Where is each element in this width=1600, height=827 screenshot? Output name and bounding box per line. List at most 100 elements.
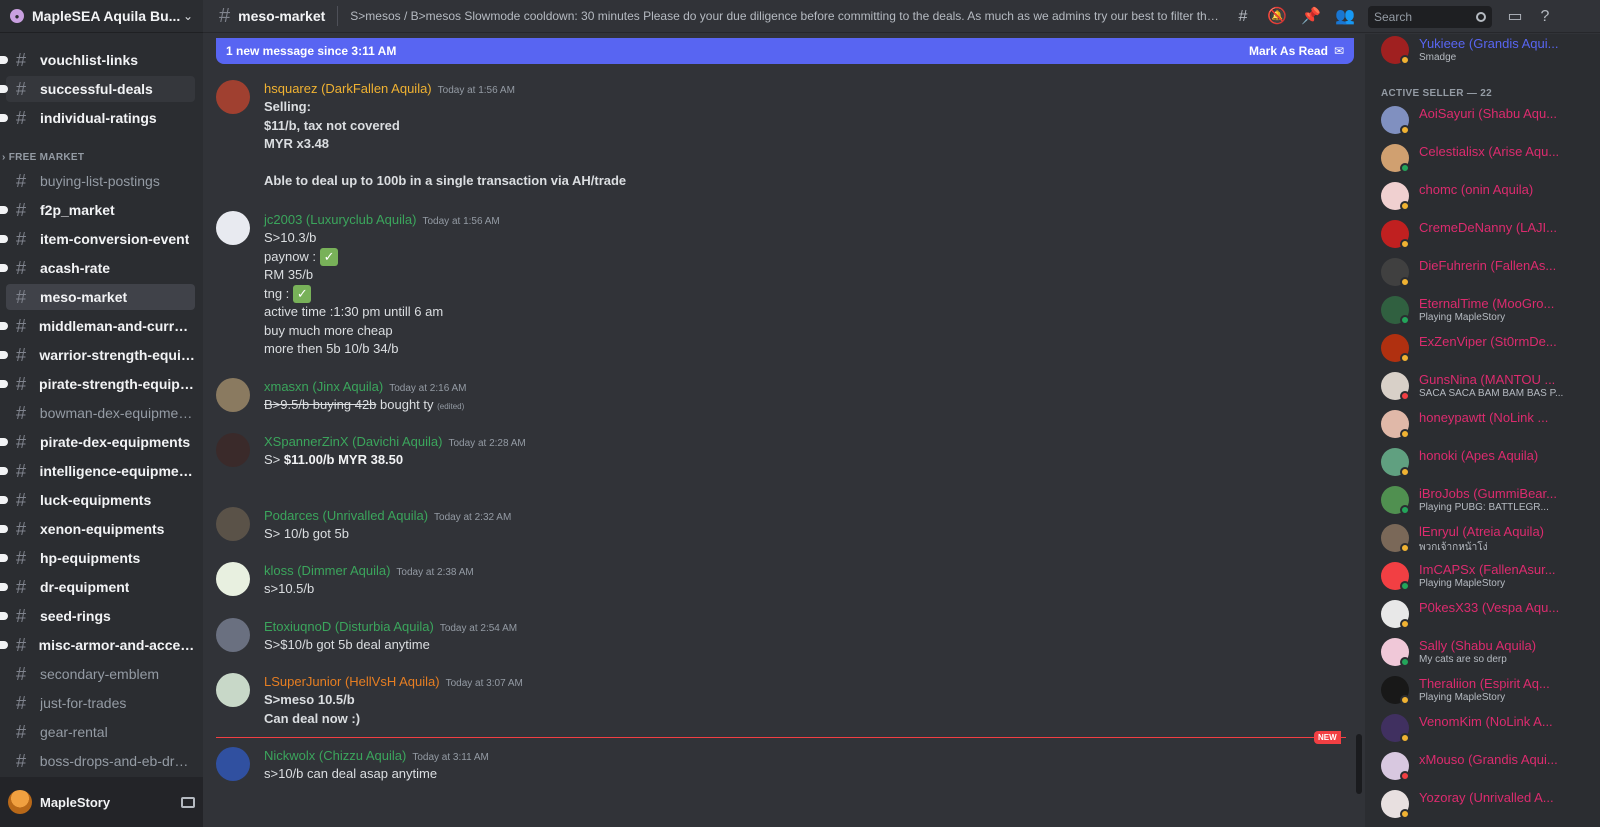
channel-misc-armor-and-accessories[interactable]: # misc-armor-and-access... [0,632,195,658]
channel-acash-rate[interactable]: # acash-rate [0,255,195,281]
member-item[interactable]: ExZenViper (St0rmDe... [1381,334,1591,370]
channel-f2p-market[interactable]: # f2p_market [0,197,195,223]
status-idle-icon [1400,733,1410,743]
category-free-market[interactable]: › FREE MARKET [2,152,84,163]
channel-gear-rental[interactable]: # gear-rental [6,719,195,745]
message-author[interactable]: xmasxn (Jinx Aquila) [264,379,383,394]
mark-as-read-button[interactable]: Mark As Read [1249,44,1328,58]
message-author[interactable]: LSuperJunior (HellVsH Aquila) [264,674,440,689]
avatar[interactable] [216,747,250,781]
avatar[interactable] [216,433,250,467]
member-item[interactable]: VenomKim (NoLink A... [1381,714,1591,750]
status-online-icon [1400,315,1410,325]
member-item[interactable]: Yukieee (Grandis Aqui... Smadge [1381,36,1591,72]
member-item[interactable]: Celestialisx (Arise Aqu... [1381,144,1591,180]
channel-luck-equipments[interactable]: # luck-equipments [0,487,195,513]
member-item[interactable]: Sally (Shabu Aquila) My cats are so derp [1381,638,1591,674]
hash-icon: # [16,460,27,481]
member-name: lEnryul (Atreia Aquila) [1419,524,1544,539]
channel-intelligence-equipments[interactable]: # intelligence-equipments [0,458,195,484]
message-author[interactable]: jc2003 (Luxuryclub Aquila) [264,212,416,227]
avatar[interactable] [216,507,250,541]
channel-label: pirate-dex-equipments [40,434,191,450]
unread-dot [0,56,8,64]
channel-label: warrior-strength-equip... [39,347,195,363]
member-item[interactable]: honeypawtt (NoLink ... [1381,410,1591,446]
avatar[interactable] [216,378,250,412]
channel-middleman-and-currency[interactable]: # middleman-and-currency [0,313,195,339]
member-list: Yukieee (Grandis Aqui... Smadge ACTIVE S… [1365,34,1600,827]
avatar[interactable] [216,618,250,652]
member-item[interactable]: lEnryul (Atreia Aquila) พวกเจ้ากหน้าโง่ [1381,524,1591,560]
channel-pirate-dex-equipments[interactable]: # pirate-dex-equipments [0,429,195,455]
channel-individual-ratings[interactable]: # individual-ratings [0,105,195,131]
member-name: Celestialisx (Arise Aqu... [1419,144,1560,159]
channel-just-for-trades[interactable]: # just-for-trades [6,690,195,716]
channel-topic[interactable]: S>mesos / B>mesos Slowmode cooldown: 30 … [350,9,1222,23]
member-item[interactable]: EternalTime (MooGro... Playing MapleStory [1381,296,1591,332]
member-item[interactable]: CremeDeNanny (LAJI... [1381,220,1591,256]
help-icon[interactable]: ? [1535,7,1555,27]
channel-dr-equipment[interactable]: # dr-equipment [0,574,195,600]
channel-successful-deals[interactable]: # successful-deals [0,76,195,102]
member-item[interactable]: ImCAPSx (FallenAsur... Playing MapleStory [1381,562,1591,598]
message-author[interactable]: Nickwolx (Chizzu Aquila) [264,748,406,763]
avatar[interactable] [216,673,250,707]
member-item[interactable]: DieFuhrerin (FallenAs... [1381,258,1591,294]
avatar[interactable] [216,562,250,596]
member-item[interactable]: iBroJobs (GummiBear... Playing PUBG: BATT… [1381,486,1591,522]
channel-hp-equipments[interactable]: # hp-equipments [0,545,195,571]
message-author[interactable]: EtoxiuqnoD (Disturbia Aquila) [264,619,434,634]
scrollbar[interactable] [1356,734,1362,794]
chevron-down-icon[interactable]: ⌄ [183,9,193,23]
channel-pirate-strength-equip[interactable]: # pirate-strength-equipm... [0,371,195,397]
message-author[interactable]: Podarces (Unrivalled Aquila) [264,508,428,523]
member-item[interactable]: AoiSayuri (Shabu Aqu... [1381,106,1591,142]
member-item[interactable]: GunsNina (MANTOU ... SACA SACA BAM BAM BA… [1381,372,1591,408]
avatar[interactable] [216,211,250,245]
status-online-icon [1400,163,1410,173]
channel-warrior-strength-equip[interactable]: # warrior-strength-equip... [0,342,195,368]
member-list-icon[interactable]: 👥 [1335,7,1355,27]
message-line: RM 35/b [264,267,314,282]
screen-share-icon[interactable] [181,796,195,808]
status-idle-icon [1400,353,1410,363]
message-author[interactable]: hsquarez (DarkFallen Aquila) [264,81,432,96]
channel-xenon-equipments[interactable]: # xenon-equipments [0,516,195,542]
member-item[interactable]: honoki (Apes Aquila) [1381,448,1591,484]
avatar[interactable] [216,80,250,114]
threads-icon[interactable]: # [1233,7,1253,27]
member-item[interactable]: Yozoray (Unrivalled A... [1381,790,1591,826]
message-author[interactable]: XSpannerZinX (Davichi Aquila) [264,434,442,449]
channel-seed-rings[interactable]: # seed-rings [0,603,195,629]
unread-dot [0,583,8,591]
hash-icon: # [16,692,27,713]
unread-dot [0,496,8,504]
member-item[interactable]: chomc (onin Aquila) [1381,182,1591,218]
message-line: S>10.3/b [264,230,317,245]
new-messages-bar[interactable]: 1 new message since 3:11 AM Mark As Read… [216,38,1354,64]
member-name: AoiSayuri (Shabu Aqu... [1419,106,1558,121]
pin-icon[interactable]: 📌 [1301,7,1321,27]
search-input[interactable]: Search [1368,6,1492,28]
unread-dot [0,114,8,122]
message-author[interactable]: kloss (Dimmer Aquila) [264,563,390,578]
channel-bowman-dex-equipments[interactable]: # bowman-dex-equipments [6,400,195,426]
avatar[interactable] [8,790,32,814]
inbox-icon[interactable]: ▭ [1505,7,1525,27]
server-header[interactable]: ● MapleSEA Aquila Bu... ⌄ [0,0,203,33]
member-item[interactable]: P0kesX33 (Vespa Aqu... [1381,600,1591,636]
channel-secondary-emblem[interactable]: # secondary-emblem [6,661,195,687]
message-line: s>10.5/b [264,581,315,596]
channel-vouchlist-links[interactable]: # vouchlist-links [0,47,195,73]
member-item[interactable]: Theraliion (Espirit Aq... Playing MapleSt… [1381,676,1591,712]
channel-item-conversion-event[interactable]: # item-conversion-event [0,226,195,252]
channel-label: just-for-trades [40,695,127,711]
channel-meso-market[interactable]: # meso-market [6,284,195,310]
channel-list: # vouchlist-links # successful-deals # indi… [0,33,203,777]
member-item[interactable]: xMouso (Grandis Aqui... [1381,752,1591,788]
channel-boss-drops-and-eb-drops[interactable]: # boss-drops-and-eb-drops [6,748,195,774]
hash-icon: # [16,199,27,220]
mute-bell-icon[interactable]: 🔕 [1267,7,1287,27]
channel-buying-list-postings[interactable]: # buying-list-postings [6,168,195,194]
